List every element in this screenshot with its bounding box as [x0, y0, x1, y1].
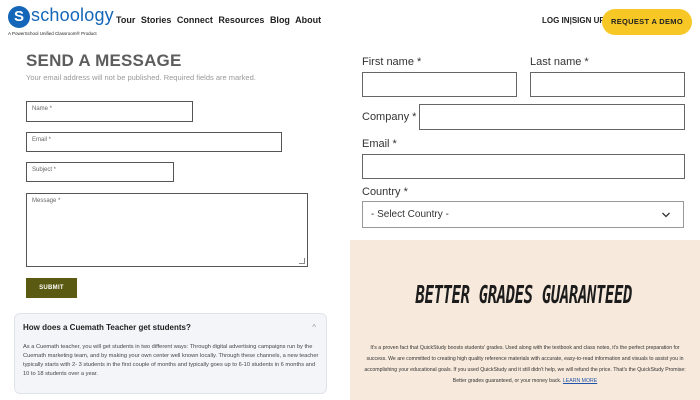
name-placeholder: Name * — [32, 106, 53, 112]
submit-button[interactable]: SUBMIT — [26, 278, 77, 298]
subject-input[interactable]: Subject * — [26, 162, 174, 182]
nav-item-blog[interactable]: Blog — [270, 15, 290, 25]
logo-wordmark: schoology — [31, 5, 114, 25]
chevron-down-icon — [662, 212, 670, 218]
company-input[interactable] — [419, 104, 685, 130]
logo-tagline: A PowerSchool Unified Classroom® Product — [8, 31, 97, 36]
quickstudy-advert: BETTER GRADES GUARANTEED It's a proven f… — [350, 240, 700, 400]
chevron-up-icon[interactable]: ^ — [312, 323, 316, 332]
first-name-label: First name * — [362, 56, 422, 68]
company-label: Company * — [362, 111, 417, 123]
faq-answer: As a Cuemath teacher, you will get stude… — [23, 344, 319, 377]
advert-body-text: It's a proven fact that QuickStudy boost… — [364, 345, 686, 384]
advert-body: It's a proven fact that QuickStudy boost… — [362, 343, 688, 387]
email-label: Email * — [362, 138, 397, 150]
country-select-value: - Select Country - — [371, 209, 449, 220]
advert-title: BETTER GRADES GUARANTEED — [415, 280, 633, 309]
faq-question[interactable]: How does a Cuemath Teacher get students? — [23, 323, 191, 332]
request-demo-button[interactable]: REQUEST A DEMO — [602, 9, 692, 35]
main-nav: Tour Stories Connect Resources Blog Abou… — [116, 15, 324, 25]
top-navigation-bar: S schoology A PowerSchool Unified Classr… — [0, 0, 700, 44]
email-placeholder: Email * — [32, 137, 52, 143]
nav-item-connect[interactable]: Connect — [177, 15, 213, 25]
email-input[interactable]: Email * — [26, 132, 282, 152]
message-textarea[interactable]: Message * — [26, 193, 308, 267]
send-message-subtitle: Your email address will not be published… — [26, 73, 256, 82]
faq-card: How does a Cuemath Teacher get students?… — [14, 313, 327, 394]
nav-item-tour[interactable]: Tour — [116, 15, 135, 25]
learn-more-link[interactable]: LEARN MORE — [563, 378, 597, 384]
country-select[interactable]: - Select Country - — [362, 201, 684, 228]
schoology-logo[interactable]: S schoology A PowerSchool Unified Classr… — [8, 5, 114, 38]
login-link[interactable]: LOG IN — [542, 16, 570, 25]
email-field[interactable] — [362, 154, 685, 179]
first-name-input[interactable] — [362, 72, 517, 97]
message-placeholder: Message * — [32, 198, 61, 204]
country-label: Country * — [362, 186, 408, 198]
send-message-title: SEND A MESSAGE — [26, 51, 182, 70]
name-input[interactable]: Name * — [26, 101, 193, 122]
subject-placeholder: Subject * — [32, 167, 57, 173]
nav-item-about[interactable]: About — [295, 15, 321, 25]
logo-s-icon: S — [8, 6, 30, 28]
last-name-input[interactable] — [530, 72, 685, 97]
nav-item-stories[interactable]: Stories — [141, 15, 172, 25]
auth-links: LOG IN|SIGN UP — [542, 16, 605, 25]
signup-link[interactable]: SIGN UP — [572, 16, 605, 25]
last-name-label: Last name * — [530, 56, 589, 68]
textarea-resize-handle[interactable] — [299, 258, 305, 264]
nav-item-resources[interactable]: Resources — [218, 15, 264, 25]
